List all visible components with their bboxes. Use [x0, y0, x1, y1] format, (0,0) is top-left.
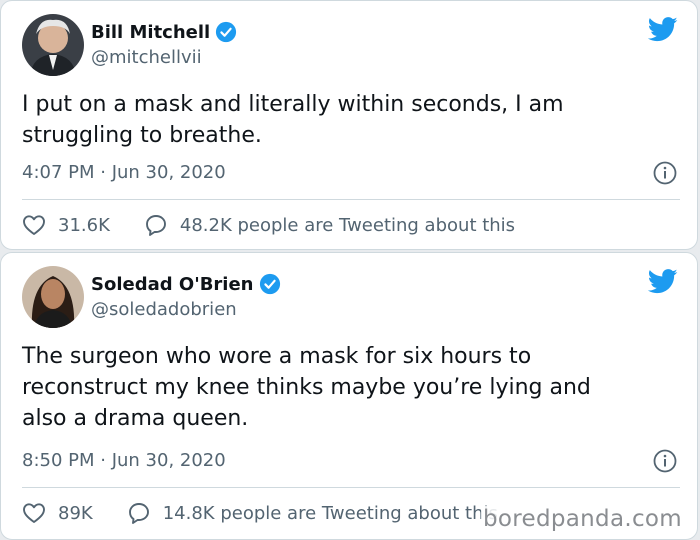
watermark: boredpanda.com — [481, 506, 684, 532]
heart-icon — [23, 503, 45, 523]
divider — [22, 199, 680, 200]
tweet-card[interactable]: Bill Mitchell @mitchellvii I put on a ma… — [0, 0, 698, 250]
avatar[interactable] — [22, 266, 84, 328]
author-name[interactable]: Soledad O'Brien — [91, 274, 254, 295]
info-icon[interactable] — [653, 161, 677, 189]
tweet-actions: 31.6K 48.2K people are Tweeting about th… — [22, 213, 515, 237]
author-handle[interactable]: @mitchellvii — [91, 47, 202, 68]
speech-bubble-icon — [145, 215, 166, 236]
tweet-text: The surgeon who wore a mask for six hour… — [22, 344, 591, 431]
info-icon[interactable] — [653, 449, 677, 477]
like-count: 89K — [58, 502, 93, 524]
avatar[interactable] — [22, 14, 84, 76]
verified-badge-icon — [215, 21, 237, 43]
tweet-text: I put on a mask and literally within sec… — [22, 92, 564, 148]
conversation-text: 14.8K people are Tweeting about this — [162, 502, 498, 524]
tweet-actions: 89K 14.8K people are Tweeting about this — [22, 501, 498, 525]
like-count: 31.6K — [58, 214, 110, 236]
tweet-timestamp[interactable]: 4:07 PM · Jun 30, 2020 — [22, 162, 226, 183]
author-handle[interactable]: @soledadobrien — [91, 299, 237, 320]
like-button[interactable]: 89K — [22, 502, 93, 524]
tweet-timestamp[interactable]: 8:50 PM · Jun 30, 2020 — [22, 450, 226, 471]
conversation-text: 48.2K people are Tweeting about this — [179, 214, 516, 236]
like-button[interactable]: 31.6K — [22, 214, 110, 236]
author-name-row: Soledad O'Brien — [91, 273, 281, 295]
tweet-card[interactable]: Soledad O'Brien @soledadobrien The surge… — [0, 252, 698, 540]
conversation-link[interactable]: 14.8K people are Tweeting about this — [127, 501, 498, 525]
twitter-bird-icon[interactable] — [647, 17, 678, 46]
divider — [22, 487, 680, 488]
verified-badge-icon — [259, 273, 281, 295]
conversation-link[interactable]: 48.2K people are Tweeting about this — [144, 213, 515, 237]
twitter-bird-icon[interactable] — [647, 269, 678, 298]
author-name[interactable]: Bill Mitchell — [91, 22, 210, 43]
speech-bubble-icon — [128, 503, 149, 524]
heart-icon — [23, 215, 45, 235]
author-name-row: Bill Mitchell — [91, 21, 237, 43]
